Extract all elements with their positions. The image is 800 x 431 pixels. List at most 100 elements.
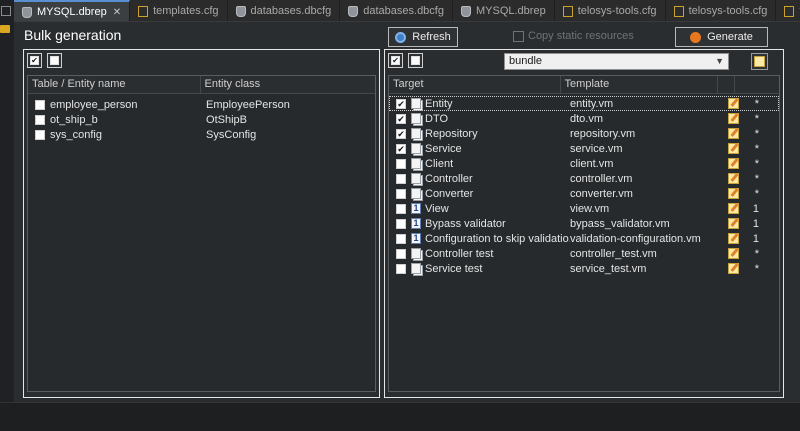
entity-row[interactable]: sys_config SysConfig: [28, 127, 375, 142]
target-name: Bypass validator: [425, 217, 506, 230]
target-type-flag: *: [754, 187, 759, 200]
select-all-targets-button[interactable]: ✔: [388, 53, 403, 68]
template-name: dto.vm: [570, 112, 604, 125]
edit-template-icon[interactable]: [728, 113, 739, 124]
target-checkbox[interactable]: [396, 218, 406, 229]
edit-template-icon[interactable]: [728, 248, 739, 259]
edit-template-icon[interactable]: [728, 233, 739, 244]
refresh-button[interactable]: Refresh: [388, 27, 458, 47]
copy-static-checkbox-box[interactable]: [513, 30, 524, 42]
target-row[interactable]: Entity entity.vm *: [389, 96, 779, 111]
tab-4[interactable]: MYSQL.dbrep: [453, 0, 555, 21]
template-name: converter.vm: [570, 187, 633, 200]
target-name: View: [425, 202, 449, 215]
target-type-flag: *: [754, 157, 759, 170]
target-checkbox[interactable]: [396, 188, 406, 199]
target-checkbox[interactable]: [396, 98, 406, 109]
single-file-icon: 1: [411, 233, 421, 244]
generate-label: Generate: [707, 31, 753, 43]
multi-file-icon: [411, 143, 421, 154]
tab-6[interactable]: telosys-tools.cfg: [666, 0, 777, 21]
entity-row[interactable]: ot_ship_b OtShipB: [28, 112, 375, 127]
target-row[interactable]: Converter converter.vm *: [389, 186, 779, 201]
cfg-file-icon: [784, 5, 795, 17]
target-row[interactable]: Service test service_test.vm *: [389, 261, 779, 276]
target-row[interactable]: DTO dto.vm *: [389, 111, 779, 126]
edit-template-icon[interactable]: [728, 173, 739, 184]
multi-file-icon: [411, 263, 421, 274]
multi-file-icon: [411, 113, 421, 124]
target-checkbox[interactable]: [396, 158, 406, 169]
target-row[interactable]: Repository repository.vm *: [389, 126, 779, 141]
target-row[interactable]: Controller test controller_test.vm *: [389, 246, 779, 261]
target-checkbox[interactable]: [396, 113, 406, 124]
tab-3[interactable]: databases.dbcfg: [340, 0, 453, 21]
bundle-panel: ✔ bundle ▼ Target Template Entity entity.…: [384, 49, 784, 398]
bulk-generation-editor: Bulk generation Refresh Copy static reso…: [14, 22, 800, 402]
bundle-select-value: bundle: [509, 55, 543, 67]
target-row[interactable]: Service service.vm *: [389, 141, 779, 156]
edit-template-icon[interactable]: [728, 128, 739, 139]
edit-template-icon[interactable]: [728, 158, 739, 169]
folder-icon[interactable]: [0, 25, 10, 33]
restore-icon[interactable]: [1, 6, 11, 16]
column-header-target[interactable]: Target: [389, 76, 561, 93]
tab-1[interactable]: templates.cfg: [130, 0, 228, 21]
entity-row[interactable]: employee_person EmployeePerson: [28, 97, 375, 112]
targets-table-header: Target Template: [389, 76, 779, 94]
column-header-flag[interactable]: [735, 76, 779, 93]
target-checkbox[interactable]: [396, 173, 406, 184]
deselect-all-entities-button[interactable]: [47, 53, 62, 68]
edit-template-icon[interactable]: [728, 218, 739, 229]
select-all-entities-button[interactable]: ✔: [27, 53, 42, 68]
deselect-all-targets-button[interactable]: [408, 53, 423, 68]
tab-label: databases.dbcfg: [250, 5, 332, 17]
target-row[interactable]: 1 Configuration to skip validatio... valid…: [389, 231, 779, 246]
entity-checkbox[interactable]: [35, 114, 45, 125]
bundle-select[interactable]: bundle ▼: [504, 53, 729, 70]
entities-table-body: employee_person EmployeePerson ot_ship_b Ot…: [28, 97, 375, 142]
edit-template-icon[interactable]: [728, 263, 739, 274]
close-icon[interactable]: ✕: [113, 7, 121, 18]
target-type-flag: *: [754, 142, 759, 155]
target-checkbox[interactable]: [396, 203, 406, 214]
target-checkbox[interactable]: [396, 233, 406, 244]
target-checkbox[interactable]: [396, 143, 406, 154]
tab-7[interactable]: telosys-tools: [776, 0, 800, 21]
column-header-template[interactable]: Template: [561, 76, 719, 93]
generate-button[interactable]: Generate: [675, 27, 768, 47]
target-checkbox[interactable]: [396, 263, 406, 274]
edit-template-icon[interactable]: [728, 98, 739, 109]
entity-class-name: EmployeePerson: [206, 98, 290, 111]
edit-template-icon[interactable]: [728, 143, 739, 154]
copy-static-resources-checkbox[interactable]: Copy static resources: [513, 30, 634, 42]
entities-table-header: Table / Entity name Entity class: [28, 76, 375, 94]
column-header-table-name[interactable]: Table / Entity name: [28, 76, 201, 93]
column-header-entity-class[interactable]: Entity class: [201, 76, 376, 93]
edit-bundle-button[interactable]: [751, 53, 768, 70]
target-checkbox[interactable]: [396, 128, 406, 139]
entities-panel: ✔ Table / Entity name Entity class emplo…: [23, 49, 380, 398]
edit-template-icon[interactable]: [728, 203, 739, 214]
target-row[interactable]: 1 View view.vm 1: [389, 201, 779, 216]
target-row[interactable]: 1 Bypass validator bypass_validator.vm 1: [389, 216, 779, 231]
entity-checkbox[interactable]: [35, 99, 45, 110]
targets-table-body: Entity entity.vm * DTO dto.vm * Repository repo…: [389, 96, 779, 276]
edit-template-icon[interactable]: [728, 188, 739, 199]
entity-checkbox[interactable]: [35, 129, 45, 140]
copy-static-label: Copy static resources: [528, 30, 634, 42]
target-row[interactable]: Client client.vm *: [389, 156, 779, 171]
target-name: Configuration to skip validatio...: [425, 232, 570, 245]
tab-2[interactable]: databases.dbcfg: [228, 0, 341, 21]
multi-file-icon: [411, 248, 421, 259]
target-row[interactable]: Controller controller.vm *: [389, 171, 779, 186]
tab-label: databases.dbcfg: [363, 5, 444, 17]
multi-file-icon: [411, 98, 421, 109]
edit-icon: [754, 56, 765, 67]
template-name: bypass_validator.vm: [570, 217, 670, 230]
column-header-edit[interactable]: [718, 76, 736, 93]
tab-5[interactable]: telosys-tools.cfg: [555, 0, 666, 21]
target-checkbox[interactable]: [396, 248, 406, 259]
target-type-flag: 1: [752, 217, 759, 230]
tab-0[interactable]: MYSQL.dbrep ✕: [14, 0, 131, 21]
